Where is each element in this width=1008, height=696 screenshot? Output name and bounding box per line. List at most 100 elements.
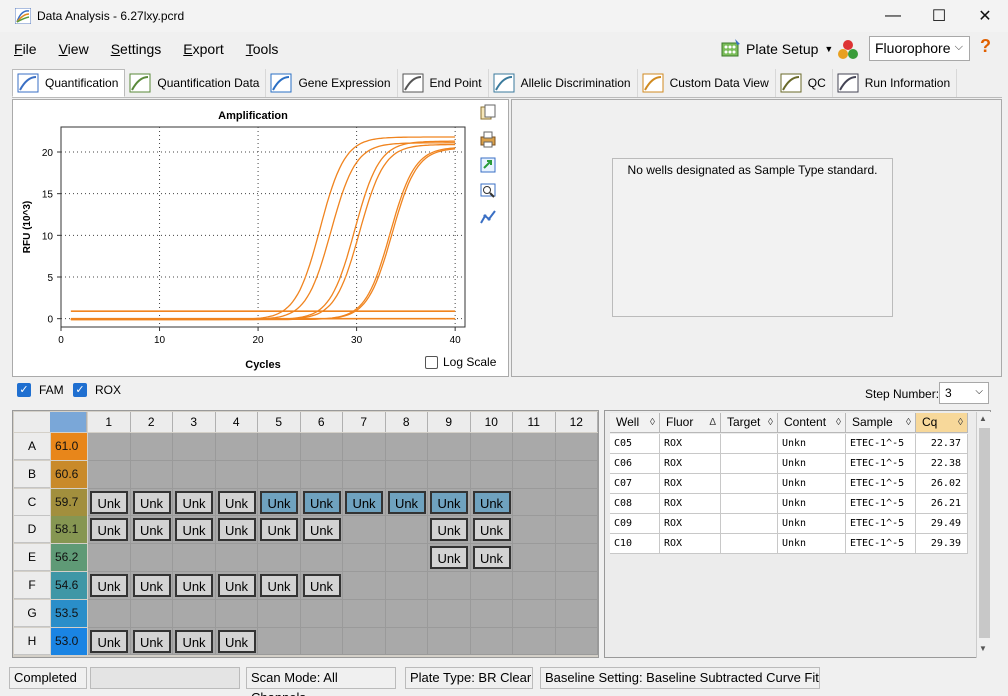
well-unknown[interactable]: Unk	[302, 490, 341, 514]
column-header-content[interactable]: Content ◊	[778, 413, 846, 433]
zoom-icon[interactable]	[479, 182, 497, 200]
well-cell[interactable]	[555, 544, 598, 572]
well-cell[interactable]	[555, 627, 598, 656]
well-cell[interactable]	[343, 627, 386, 656]
well-cell[interactable]	[300, 460, 343, 489]
well-cell[interactable]	[428, 599, 471, 628]
well-cell[interactable]	[343, 544, 386, 572]
cell-well[interactable]: C08	[610, 494, 660, 514]
cell-target[interactable]	[721, 534, 778, 554]
cell-well[interactable]: C05	[610, 434, 660, 454]
well-unknown[interactable]: Unk	[217, 574, 256, 597]
well-unknown[interactable]: Unk	[90, 518, 128, 542]
trace-styles-icon[interactable]	[479, 208, 497, 226]
well-cell[interactable]	[385, 516, 428, 545]
well-cell[interactable]	[300, 627, 343, 656]
well-cell[interactable]	[555, 572, 598, 600]
well-cell[interactable]	[385, 544, 428, 572]
well-cell[interactable]	[513, 572, 556, 600]
well-cell[interactable]	[470, 433, 513, 461]
well-cell[interactable]	[300, 544, 343, 572]
well-cell[interactable]	[555, 516, 598, 545]
cell-well[interactable]: C10	[610, 534, 660, 554]
well-cell[interactable]	[173, 433, 216, 461]
column-header-fluor[interactable]: Fluor Δ	[660, 413, 721, 433]
cell-content[interactable]: Unkn	[778, 454, 846, 474]
well-cell[interactable]	[513, 488, 556, 517]
well-cell[interactable]	[88, 599, 131, 628]
step-number-select[interactable]: 3 ⌵	[939, 382, 989, 404]
well-unknown[interactable]: Unk	[472, 518, 511, 542]
well-cell[interactable]	[258, 599, 301, 628]
cell-cq[interactable]: 22.37	[916, 434, 968, 454]
cell-cq[interactable]: 22.38	[916, 454, 968, 474]
cell-content[interactable]: Unkn	[778, 534, 846, 554]
well-cell[interactable]	[258, 627, 301, 656]
cell-content[interactable]: Unkn	[778, 494, 846, 514]
export-icon[interactable]	[479, 156, 497, 174]
cell-cq[interactable]: 26.02	[916, 474, 968, 494]
well-cell[interactable]	[555, 460, 598, 489]
well-cell[interactable]	[343, 516, 386, 545]
tab-quantification-data[interactable]: Quantification Data	[125, 69, 267, 97]
cell-well[interactable]: C09	[610, 514, 660, 534]
well-unknown[interactable]: Unk	[90, 490, 128, 514]
well-unknown[interactable]: Unk	[217, 490, 256, 514]
cell-content[interactable]: Unkn	[778, 514, 846, 534]
well-cell[interactable]	[470, 460, 513, 489]
cell-cq[interactable]: 29.39	[916, 534, 968, 554]
well-unknown[interactable]: Unk	[345, 490, 383, 514]
well-cell[interactable]	[173, 544, 216, 572]
well-cell[interactable]	[88, 460, 131, 489]
cell-target[interactable]	[721, 514, 778, 534]
cell-content[interactable]: Unkn	[778, 474, 846, 494]
menu-view[interactable]: View	[59, 41, 89, 57]
column-header[interactable]: 12	[555, 412, 598, 432]
row-header[interactable]: F	[14, 572, 50, 599]
well-unknown[interactable]: Unk	[132, 629, 171, 653]
well-unknown[interactable]: Unk	[302, 574, 341, 597]
scroll-down-icon[interactable]: ▼	[979, 644, 987, 653]
well-unknown[interactable]: Unk	[132, 518, 171, 542]
well-cell[interactable]	[88, 544, 131, 572]
well-cell[interactable]	[258, 460, 301, 489]
cell-sample[interactable]: ETEC-1^-5	[846, 514, 916, 534]
column-header-target[interactable]: Target ◊	[721, 413, 778, 433]
row-header[interactable]: G	[14, 599, 50, 627]
fluorophore-icon[interactable]	[836, 38, 860, 62]
fluorophore-select[interactable]: Fluorophore ⌵	[869, 36, 970, 61]
well-cell[interactable]	[215, 460, 258, 489]
tab-gene-expression[interactable]: Gene Expression	[266, 69, 398, 97]
row-header[interactable]: H	[14, 627, 50, 655]
well-cell[interactable]	[555, 433, 598, 461]
well-cell[interactable]	[513, 460, 556, 489]
cell-fluor[interactable]: ROX	[660, 434, 721, 454]
cell-target[interactable]	[721, 494, 778, 514]
column-header[interactable]: 5	[258, 412, 301, 432]
well-unknown[interactable]: Unk	[472, 490, 511, 514]
fam-checkbox[interactable]: ✓ FAM	[17, 383, 64, 397]
row-header[interactable]: A	[14, 433, 50, 460]
cell-target[interactable]	[721, 454, 778, 474]
cell-sample[interactable]: ETEC-1^-5	[846, 474, 916, 494]
well-unknown[interactable]: Unk	[217, 518, 256, 542]
well-cell[interactable]	[428, 433, 471, 461]
cell-target[interactable]	[721, 474, 778, 494]
column-header[interactable]: 3	[173, 412, 216, 432]
well-cell[interactable]	[470, 599, 513, 628]
cell-fluor[interactable]: ROX	[660, 514, 721, 534]
column-header[interactable]: 4	[215, 412, 258, 432]
well-cell[interactable]	[258, 433, 301, 461]
column-header-well[interactable]: Well ◊	[610, 413, 660, 433]
cell-fluor[interactable]: ROX	[660, 494, 721, 514]
well-cell[interactable]	[215, 599, 258, 628]
row-header[interactable]: D	[14, 516, 50, 544]
well-unknown[interactable]: Unk	[260, 490, 298, 514]
tab-custom-data-view[interactable]: Custom Data View	[638, 69, 776, 97]
cell-sample[interactable]: ETEC-1^-5	[846, 434, 916, 454]
scrollbar-thumb[interactable]	[979, 428, 990, 638]
well-cell[interactable]	[428, 627, 471, 656]
well-unknown[interactable]: Unk	[302, 518, 341, 542]
well-cell[interactable]	[513, 599, 556, 628]
well-cell[interactable]	[385, 627, 428, 656]
